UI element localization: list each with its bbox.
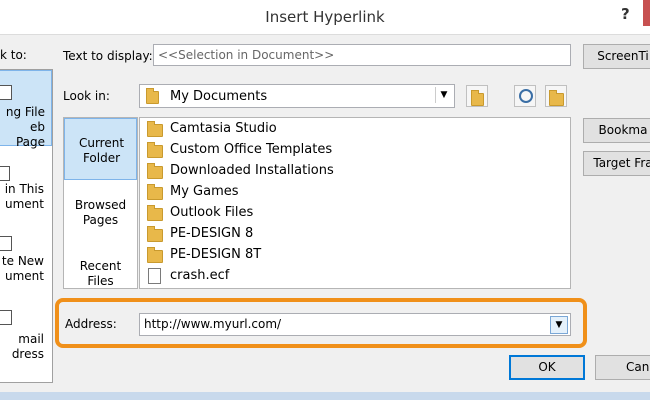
tab-label-1: Current: [78, 136, 125, 150]
link-to-item-label-1: mail: [18, 332, 44, 346]
folder-icon: [147, 226, 163, 242]
link-to-item-label-1: te New: [1, 254, 44, 268]
link-to-item-label-2: eb Page: [15, 120, 45, 149]
open-folder-icon: [549, 90, 564, 106]
look-in-label: Look in:: [63, 89, 110, 103]
tab-label-2: Pages: [82, 213, 119, 227]
browse-tabs: Current Folder Browsed Pages Recent File…: [63, 117, 138, 289]
browse-file-button[interactable]: [545, 85, 567, 107]
file-name: Camtasia Studio: [170, 121, 277, 136]
target-frame-button[interactable]: Target Fra: [583, 151, 650, 176]
link-to-item-label-2: dress: [11, 347, 44, 361]
tab-browsed-pages[interactable]: Browsed Pages: [64, 180, 137, 235]
folder-icon: [147, 121, 163, 137]
file-list[interactable]: Camtasia Studio Custom Office Templates …: [139, 117, 571, 289]
link-to-place-in-this-document[interactable]: in This ument: [0, 166, 52, 226]
folder-icon: [147, 247, 163, 263]
folder-icon: [146, 88, 159, 104]
link-to-create-new-document[interactable]: te New ument: [0, 236, 52, 296]
file-name: My Games: [170, 184, 239, 199]
tab-label-1: Recent: [79, 259, 122, 273]
file-name: Downloaded Installations: [170, 163, 334, 178]
tab-recent-files[interactable]: Recent Files: [64, 235, 137, 288]
tab-label-2: Folder: [82, 151, 121, 165]
text-to-display-input[interactable]: <<Selection in Document>>: [153, 44, 571, 66]
folder-icon: [147, 184, 163, 200]
file-name: crash.ecf: [170, 268, 230, 283]
look-in-dropdown[interactable]: My Documents ▼: [139, 84, 455, 108]
window-bottom-edge: [0, 392, 650, 400]
close-button[interactable]: [643, 0, 650, 26]
dialog-title: Insert Hyperlink: [265, 8, 385, 26]
new-document-icon: [0, 236, 12, 251]
file-name: PE-DESIGN 8T: [170, 247, 262, 262]
link-to-label: k to:: [0, 48, 27, 62]
link-to-item-label-1: ng File: [5, 105, 45, 119]
globe-page-icon: [0, 85, 12, 100]
link-to-existing-file-or-web-page[interactable]: ng File eb Page: [0, 70, 52, 149]
file-name: PE-DESIGN 8: [170, 226, 254, 241]
title-bar: Insert Hyperlink ?: [0, 0, 650, 35]
browse-web-icon: [519, 89, 533, 103]
document-icon: [0, 166, 10, 181]
link-to-email-address[interactable]: mail dress: [0, 310, 52, 370]
link-to-panel: ng File eb Page in This ument te New ume…: [0, 69, 53, 383]
link-to-item-label-2: ument: [5, 197, 44, 211]
chevron-down-icon[interactable]: ▼: [435, 87, 452, 103]
screentip-button[interactable]: ScreenTi: [583, 44, 650, 69]
text-to-display-label: Text to display:: [63, 49, 153, 63]
browse-web-button[interactable]: [514, 85, 536, 107]
cancel-button[interactable]: Can: [595, 355, 650, 380]
bookmark-button[interactable]: Bookma: [583, 118, 650, 143]
up-one-folder-button[interactable]: [466, 85, 488, 107]
file-name: Custom Office Templates: [170, 142, 333, 157]
file-name: Outlook Files: [170, 205, 254, 220]
tab-label-2: Files: [87, 274, 114, 288]
tab-current-folder[interactable]: Current Folder: [64, 118, 137, 180]
file-icon: [148, 268, 161, 284]
folder-icon: [147, 205, 163, 221]
tab-label-1: Browsed: [74, 198, 127, 212]
folder-icon: [147, 142, 163, 158]
link-to-item-label-1: in This: [4, 182, 44, 196]
help-button[interactable]: ?: [621, 5, 630, 23]
address-highlight: [55, 298, 587, 348]
email-icon: [0, 310, 12, 325]
ok-button[interactable]: OK: [509, 355, 585, 380]
up-folder-icon: [471, 90, 484, 106]
folder-icon: [147, 163, 163, 179]
link-to-item-label-2: ument: [5, 269, 44, 283]
look-in-value: My Documents: [170, 89, 268, 104]
